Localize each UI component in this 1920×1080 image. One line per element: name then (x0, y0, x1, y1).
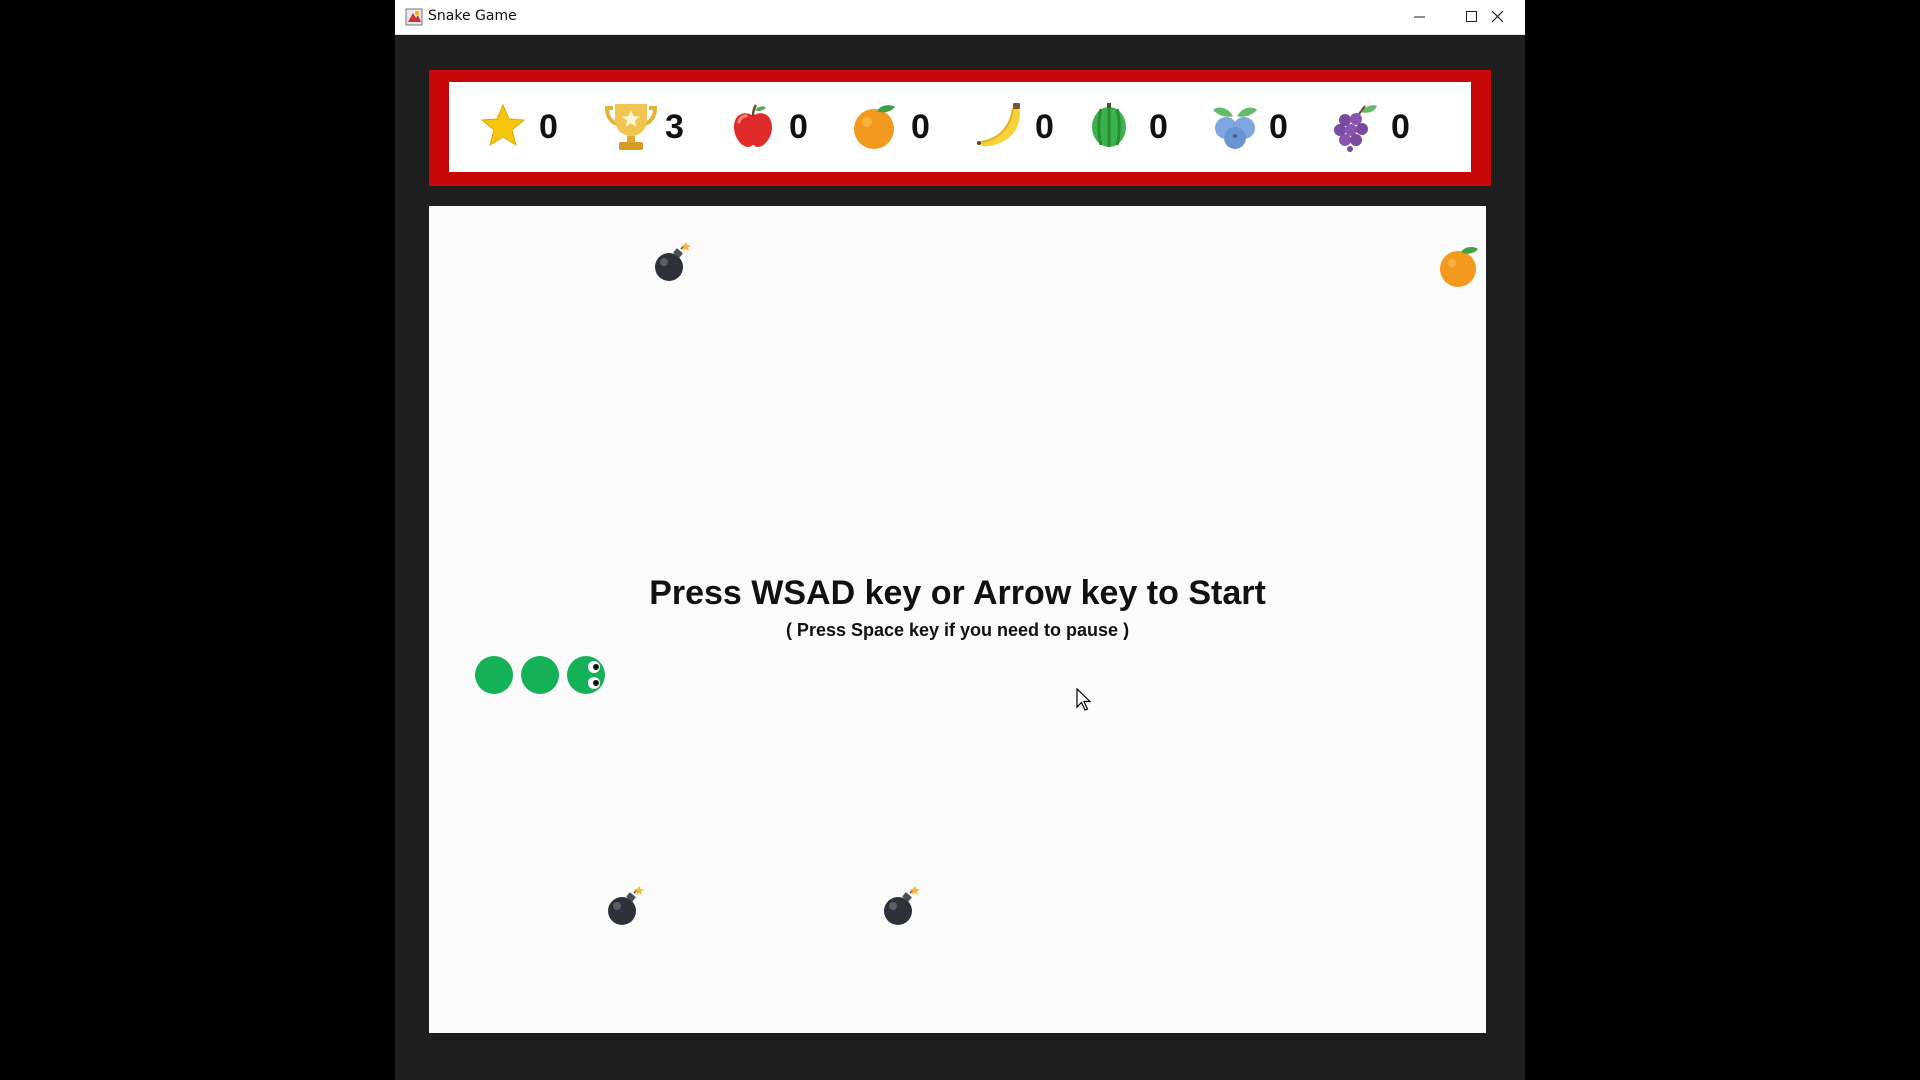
game-client-area: 0 3 0 0 0 0 0 0 Press WSAD key or Arrow … (395, 35, 1525, 1080)
bomb-icon (608, 886, 644, 925)
mouse-cursor-icon (1076, 688, 1092, 711)
game-window: Snake Game 0 3 0 0 0 0 0 0 Press WSAD ke… (395, 0, 1525, 1080)
orange-food-icon (1440, 247, 1478, 287)
watermelon-icon (1092, 103, 1126, 147)
grape-score: 0 (1391, 108, 1410, 146)
grape-icon (1334, 105, 1377, 152)
snake-head (567, 656, 605, 694)
game-board[interactable]: Press WSAD key or Arrow key to Start ( P… (429, 206, 1486, 1033)
title-bar[interactable]: Snake Game (395, 0, 1525, 35)
snake-body-segment (521, 656, 559, 694)
star-icon (480, 103, 526, 147)
close-button[interactable] (1472, 0, 1524, 34)
orange-icon (854, 105, 895, 149)
snake-eyes-icon (588, 661, 600, 689)
trophy-score: 3 (665, 108, 684, 146)
banana-score: 0 (1035, 108, 1054, 146)
apple-score: 0 (789, 108, 808, 146)
star-score: 0 (539, 108, 558, 146)
watermelon-score: 0 (1149, 108, 1168, 146)
apple-icon (734, 104, 772, 147)
scoreboard: 0 3 0 0 0 0 0 0 (429, 70, 1491, 186)
blueberry-score: 0 (1269, 108, 1288, 146)
bomb-icon (655, 242, 691, 281)
window-title: Snake Game (428, 8, 517, 24)
start-instruction: Press WSAD key or Arrow key to Start (649, 574, 1266, 612)
scoreboard-panel: 0 3 0 0 0 0 0 0 (449, 82, 1471, 172)
orange-score: 0 (911, 108, 930, 146)
close-icon (1492, 11, 1504, 23)
minimize-button[interactable] (1394, 0, 1446, 34)
blueberry-icon (1213, 107, 1257, 149)
pause-instruction: ( Press Space key if you need to pause ) (785, 620, 1130, 640)
snake-body-segment (475, 656, 513, 694)
trophy-icon (605, 104, 657, 150)
app-icon (405, 8, 423, 26)
banana-icon (977, 103, 1020, 147)
minimize-icon (1414, 16, 1425, 18)
bomb-icon (884, 886, 920, 925)
